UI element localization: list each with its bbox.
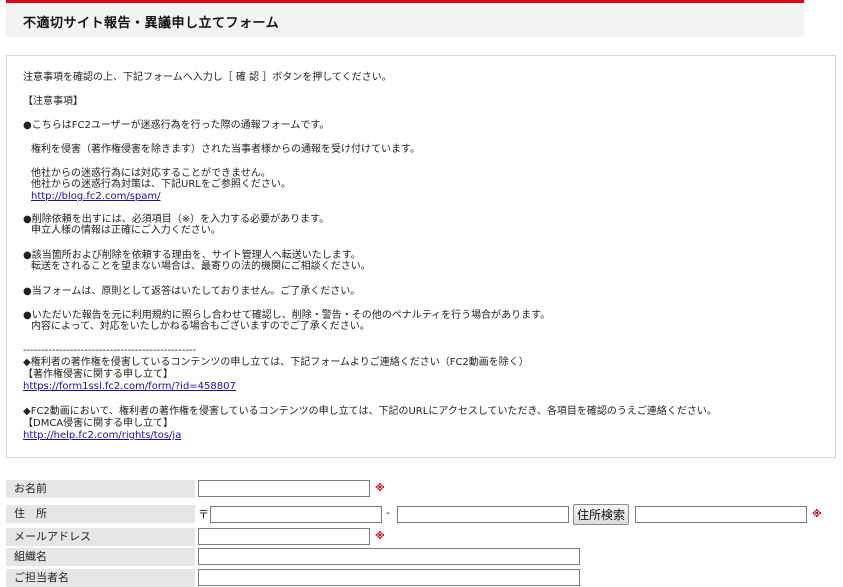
notice-bullet-2-line-2: 申立人様の情報は正確にご入力ください。	[31, 225, 221, 236]
copyright-form-link[interactable]: https://form1ssl.fc2.com/form/?id=458807	[23, 381, 236, 393]
notice-section-title: 【注意事項】	[23, 96, 83, 107]
contact-person-label: ご担当者名	[6, 569, 195, 587]
postal-dash: -	[386, 506, 390, 519]
email-label: メールアドレス	[6, 528, 195, 546]
name-label: お名前	[6, 480, 195, 498]
notice-bullet-1: ●こちらはFC2ユーザーが迷惑行為を行った際の通報フォームです。	[23, 120, 330, 131]
address-label: 住 所	[6, 505, 195, 523]
notice-other-line-2: 他社からの迷惑行為対策は、下記URLをご参照ください。	[31, 179, 291, 190]
name-input[interactable]	[198, 480, 370, 497]
dmca-label: 【DMCA侵害に関する申し立て】	[23, 418, 174, 429]
postal-code-first-input[interactable]	[210, 506, 382, 523]
email-input[interactable]	[198, 528, 370, 545]
notice-panel: 注意事項を確認の上、下記フォームへ入力し［ 確 認 ］ボタンを押してください。 …	[6, 55, 836, 458]
address-search-button[interactable]: 住所検索	[573, 504, 630, 525]
notice-bullet-1-sub: 権利を侵害（著作権侵害を除きます）された当事者様からの通報を受け付けています。	[31, 144, 420, 155]
page-header: 不適切サイト報告・異議申し立てフォーム	[6, 3, 804, 37]
email-required-mark: ※	[375, 531, 385, 542]
name-required-mark: ※	[375, 483, 385, 494]
notice-divider: ----------------------------------------…	[23, 345, 197, 356]
organization-input[interactable]	[198, 548, 580, 565]
address-required-mark: ※	[812, 509, 822, 520]
copyright-notice: ◆権利者の著作権を侵害しているコンテンツの申し立ては、下記フォームよりご連絡くだ…	[23, 357, 529, 368]
notice-bullet-4: ●当フォームは、原則として返答はいたしておりません。ご了承ください。	[23, 286, 361, 297]
dmca-link[interactable]: http://help.fc2.com/rights/tos/ja	[23, 430, 181, 442]
notice-intro: 注意事項を確認の上、下記フォームへ入力し［ 確 認 ］ボタンを押してください。	[23, 72, 392, 83]
page-title: 不適切サイト報告・異議申し立てフォーム	[23, 16, 280, 31]
fc2video-notice: ◆FC2動画において、権利者の著作権を侵害しているコンテンツの申し立ては、下記の…	[23, 406, 717, 417]
notice-bullet-3-line-2: 転送をされることを望まない場合は、最寄りの法的機関にご相談ください。	[31, 261, 371, 272]
notice-bullet-5-line-2: 内容によって、対応をいたしかねる場合もございますのでご了承ください。	[31, 321, 370, 332]
spam-link[interactable]: http://blog.fc2.com/spam/	[31, 191, 161, 203]
copyright-label: 【著作権侵害に関する申し立て】	[23, 369, 173, 380]
postal-mark: 〒	[198, 508, 209, 521]
address-input[interactable]	[635, 506, 807, 523]
organization-label: 組織名	[6, 548, 195, 566]
postal-code-second-input[interactable]	[397, 506, 569, 523]
contact-person-input[interactable]	[198, 569, 580, 586]
